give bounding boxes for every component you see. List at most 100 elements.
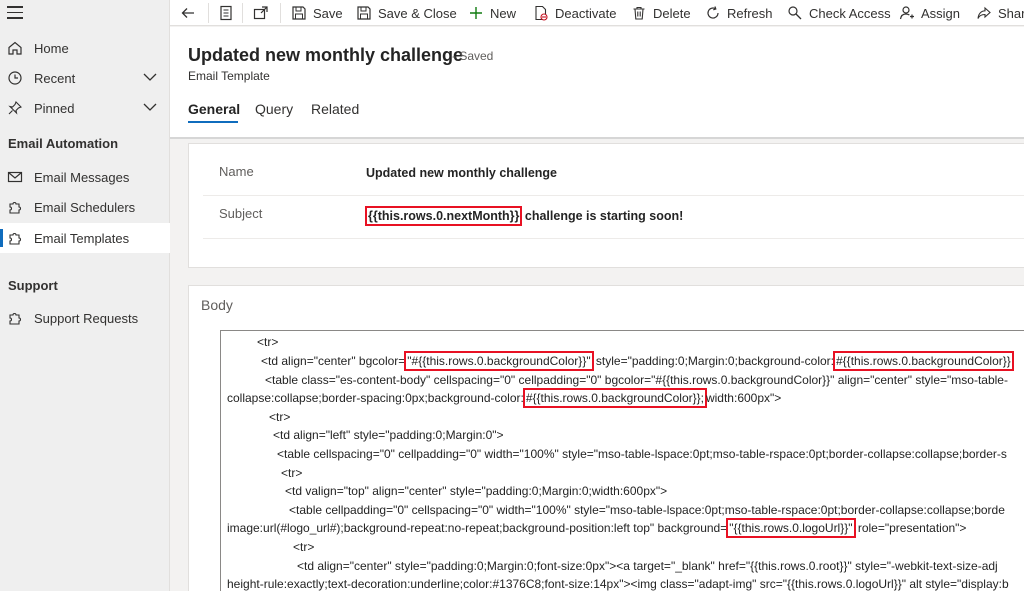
record-entity-type: Email Template — [188, 69, 270, 83]
code-line: collapse:collapse;border-spacing:0px;bac… — [227, 388, 781, 408]
sidebar-item-email-schedulers[interactable]: Email Schedulers — [0, 192, 170, 222]
sidebar-item-label: Email Messages — [34, 169, 130, 185]
document-icon — [220, 5, 232, 21]
toolbar-divider — [242, 3, 243, 23]
assign-label: Assign — [921, 5, 961, 21]
sidebar-item-recent[interactable]: Recent — [0, 63, 170, 93]
sidebar-item-label: Home — [34, 40, 69, 56]
deactivate-icon — [535, 5, 548, 21]
field-divider — [203, 195, 1024, 196]
sidebar-item-email-templates[interactable]: Email Templates — [0, 223, 170, 253]
deactivate-button[interactable]: Deactivate — [533, 0, 616, 26]
subject-label: Subject — [219, 206, 263, 221]
body-html-editor[interactable]: <tr> <td align="center" bgcolor= "#{{this… — [220, 330, 1024, 591]
puzzle-icon — [9, 233, 21, 245]
back-arrow-icon — [181, 8, 194, 18]
tab-query[interactable]: Query — [255, 101, 293, 117]
pin-icon — [8, 101, 22, 115]
record-header: Updated new monthly challenge - Saved Em… — [170, 27, 1024, 139]
token-highlight: "#{{this.rows.0.backgroundColor}}" — [404, 351, 594, 371]
tab-general[interactable]: General — [188, 101, 240, 117]
code-line: <tr> — [257, 335, 279, 349]
sidebar-item-support-requests[interactable]: Support Requests — [0, 303, 170, 333]
puzzle-icon — [9, 202, 21, 214]
sidebar-item-label: Pinned — [34, 100, 75, 116]
tab-related[interactable]: Related — [311, 101, 359, 117]
save-label: Save — [313, 5, 343, 21]
share-icon — [977, 6, 991, 19]
delete-label: Delete — [653, 5, 691, 21]
code-line: height-rule:exactly;text-decoration:unde… — [227, 577, 1009, 591]
person-icon — [899, 6, 914, 20]
new-label: New — [490, 5, 517, 21]
code-line: <td align="center" style="padding:0;Marg… — [297, 559, 998, 573]
code-line: <table cellspacing="0" cellpadding="0" w… — [277, 447, 1007, 461]
name-field[interactable]: Updated new monthly challenge — [366, 166, 557, 180]
chevron-down-icon[interactable] — [143, 72, 157, 82]
command-bar: Save Save & Close New Deactivate Delete … — [170, 0, 1024, 26]
token-highlight: #{{this.rows.0.backgroundColor}}; — [522, 388, 707, 408]
field-divider — [203, 238, 1024, 239]
nav-group-title: Email Automation — [8, 136, 119, 151]
subject-token-highlight: {{this.rows.0.nextMonth}} — [365, 206, 523, 226]
deactivate-label: Deactivate — [555, 5, 617, 21]
sidebar-item-label: Email Schedulers — [34, 199, 136, 215]
code-line: <table cellpadding="0" cellspacing="0" w… — [289, 503, 1005, 517]
body-section: Body <tr> <td align="center" bgcolor= "#{… — [188, 285, 1024, 591]
record-title: Updated new monthly challenge — [188, 45, 464, 65]
name-label: Name — [219, 164, 254, 179]
refresh-button[interactable]: Refresh — [705, 0, 773, 26]
save-and-close-label: Save & Close — [378, 5, 457, 21]
code-line: <td valign="top" align="center" style="p… — [285, 484, 668, 498]
delete-button[interactable]: Delete — [631, 0, 691, 26]
refresh-label: Refresh — [727, 5, 773, 21]
sidebar-item-pinned[interactable]: Pinned — [0, 93, 170, 123]
body-label: Body — [201, 297, 233, 313]
save-status: - Saved — [452, 49, 494, 63]
trash-icon — [633, 6, 645, 20]
home-icon — [8, 41, 22, 55]
clock-icon — [8, 71, 22, 85]
form-view-button[interactable] — [218, 0, 234, 26]
subject-field[interactable]: {{this.rows.0.nextMonth}} challenge is s… — [365, 206, 684, 226]
toolbar-divider — [208, 3, 209, 23]
code-line: <table class="es-content-body" cellspaci… — [265, 373, 1008, 387]
code-line: <tr> — [281, 466, 303, 480]
sidebar-item-label: Email Templates — [34, 230, 130, 246]
assign-button[interactable]: Assign — [899, 0, 960, 26]
code-line: <td align="center" bgcolor= "#{{this.rows… — [261, 351, 1014, 371]
code-line: <tr> — [293, 540, 315, 554]
new-button[interactable]: New — [468, 0, 516, 26]
sidebar-item-home[interactable]: Home — [0, 33, 170, 63]
share-label: Share — [998, 5, 1024, 21]
save-icon — [357, 6, 371, 20]
open-new-window-button[interactable] — [253, 0, 269, 26]
save-button[interactable]: Save — [291, 0, 343, 26]
envelope-icon — [7, 171, 23, 183]
active-tab-indicator — [188, 121, 238, 123]
check-access-button[interactable]: Check Access — [787, 0, 891, 26]
chevron-down-icon[interactable] — [143, 102, 157, 112]
plus-icon — [470, 7, 482, 19]
sidebar-item-label: Support Requests — [34, 310, 139, 326]
token-highlight: #{{this.rows.0.backgroundColor}} — [833, 351, 1014, 371]
hamburger-menu-icon[interactable] — [7, 6, 23, 20]
save-and-close-button[interactable]: Save & Close — [356, 0, 457, 26]
code-line: <tr> — [269, 410, 291, 424]
sidebar-item-label: Recent — [34, 70, 76, 86]
subject-text: challenge is starting soon! — [521, 209, 684, 223]
toolbar-divider — [280, 3, 281, 23]
back-button[interactable] — [180, 0, 196, 26]
sidebar: Home Recent Pinned Email Automation Emai… — [0, 0, 170, 591]
refresh-icon — [707, 6, 719, 19]
open-in-new-window-icon — [253, 6, 268, 20]
token-highlight: "{{this.rows.0.logoUrl}}" — [726, 518, 856, 538]
code-line: image:url(#logo_url#);background-repeat:… — [227, 518, 966, 538]
search-key-icon — [788, 6, 802, 20]
code-line: <td align="left" style="padding:0;Margin… — [273, 428, 504, 442]
puzzle-icon — [9, 313, 21, 325]
sidebar-item-email-messages[interactable]: Email Messages — [0, 162, 170, 192]
save-icon — [292, 6, 306, 20]
check-access-label: Check Access — [809, 5, 891, 21]
share-button[interactable]: Share — [976, 0, 1024, 26]
